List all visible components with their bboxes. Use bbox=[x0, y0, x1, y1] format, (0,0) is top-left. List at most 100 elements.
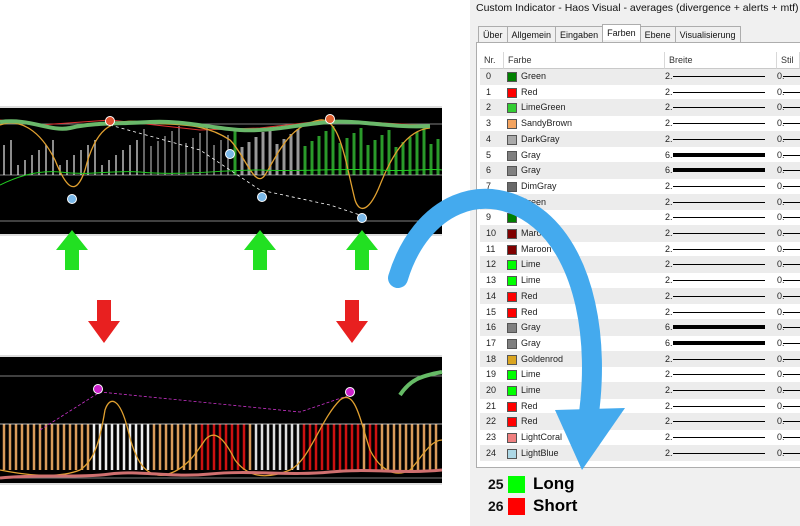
table-row[interactable]: 1 Red 2. 0. bbox=[480, 85, 800, 101]
color-cell[interactable]: LightCoral bbox=[504, 430, 671, 445]
tab-ebene[interactable]: Ebene bbox=[639, 26, 676, 42]
style-cell[interactable]: 0. bbox=[777, 69, 800, 84]
width-cell[interactable]: 2. bbox=[665, 430, 775, 445]
tab-farben[interactable]: Farben bbox=[602, 24, 641, 40]
tab-ueber[interactable]: Über bbox=[478, 26, 508, 42]
style-cell[interactable]: 0. bbox=[777, 273, 800, 288]
width-cell[interactable]: 2. bbox=[665, 352, 775, 367]
table-row[interactable]: 11 Maroon 2. 0. bbox=[480, 242, 800, 258]
width-cell[interactable]: 2. bbox=[665, 69, 775, 84]
width-cell[interactable]: 2. bbox=[665, 85, 775, 100]
color-cell[interactable]: Red bbox=[504, 399, 671, 414]
style-cell[interactable]: 0. bbox=[777, 195, 800, 210]
table-row[interactable]: 20 Lime 2. 0. bbox=[480, 383, 800, 399]
color-cell[interactable]: LimeGreen bbox=[504, 100, 671, 115]
color-cell[interactable]: Gray bbox=[504, 148, 671, 163]
color-cell[interactable]: Maroon bbox=[504, 242, 671, 257]
style-cell[interactable]: 0. bbox=[777, 242, 800, 257]
color-cell[interactable]: Green bbox=[504, 69, 671, 84]
style-cell[interactable]: 0. bbox=[777, 383, 800, 398]
style-cell[interactable]: 0. bbox=[777, 210, 800, 225]
style-cell[interactable]: 0. bbox=[777, 305, 800, 320]
style-cell[interactable]: 0. bbox=[777, 85, 800, 100]
style-cell[interactable]: 0. bbox=[777, 336, 800, 351]
width-cell[interactable]: 2. bbox=[665, 305, 775, 320]
width-cell[interactable]: 2. bbox=[665, 273, 775, 288]
table-row[interactable]: 0 Green 2. 0. bbox=[480, 69, 800, 85]
table-row[interactable]: 18 Goldenrod 2. 0. bbox=[480, 351, 800, 368]
table-row[interactable]: 19 Lime 2. 0. bbox=[480, 367, 800, 383]
table-row[interactable]: 22 Red 2. 0. bbox=[480, 414, 800, 431]
style-cell[interactable]: 0. bbox=[777, 116, 800, 131]
color-cell[interactable]: Lime bbox=[504, 383, 671, 398]
column-header-breite[interactable]: Breite bbox=[665, 52, 777, 69]
table-row[interactable]: 2 LimeGreen 2. 0. bbox=[480, 100, 800, 117]
width-cell[interactable]: 2. bbox=[665, 289, 775, 304]
width-cell[interactable]: 2. bbox=[665, 116, 775, 131]
width-cell[interactable]: 2. bbox=[665, 195, 775, 210]
table-row[interactable]: 15 Red 2. 0. bbox=[480, 305, 800, 321]
table-row[interactable]: 14 Red 2. 0. bbox=[480, 288, 800, 305]
color-cell[interactable]: Lime bbox=[504, 367, 671, 382]
width-cell[interactable]: 2. bbox=[665, 210, 775, 225]
color-cell[interactable]: Gray bbox=[504, 163, 671, 178]
width-cell[interactable]: 2. bbox=[665, 179, 775, 194]
width-cell[interactable]: 2. bbox=[665, 257, 775, 272]
table-row[interactable]: 9 Green 2. 0. bbox=[480, 210, 800, 226]
style-cell[interactable]: 0. bbox=[777, 352, 800, 367]
width-cell[interactable]: 6. bbox=[665, 320, 775, 335]
style-cell[interactable]: 0. bbox=[777, 414, 800, 429]
width-cell[interactable]: 2. bbox=[665, 100, 775, 115]
table-row[interactable]: 4 DarkGray 2. 0. bbox=[480, 131, 800, 148]
color-cell[interactable]: SandyBrown bbox=[504, 116, 671, 131]
style-cell[interactable]: 0. bbox=[777, 320, 800, 335]
style-cell[interactable]: 0. bbox=[777, 367, 800, 382]
color-cell[interactable]: Lime bbox=[504, 257, 671, 272]
width-cell[interactable]: 2. bbox=[665, 226, 775, 241]
color-cell[interactable]: DarkGray bbox=[504, 132, 671, 147]
table-row[interactable]: 6 Gray 6. 0. bbox=[480, 163, 800, 179]
style-cell[interactable]: 0. bbox=[777, 289, 800, 304]
tab-allgemein[interactable]: Allgemein bbox=[506, 26, 557, 42]
tab-eingaben[interactable]: Eingaben bbox=[555, 26, 604, 42]
table-row[interactable]: 3 SandyBrown 2. 0. bbox=[480, 116, 800, 132]
color-cell[interactable]: LightBlue bbox=[504, 446, 671, 461]
table-row[interactable]: 7 DimGray 2. 0. bbox=[480, 179, 800, 195]
style-cell[interactable]: 0. bbox=[777, 446, 800, 461]
table-row[interactable]: 8 Green 2. 0. bbox=[480, 194, 800, 211]
color-cell[interactable]: Red bbox=[504, 305, 671, 320]
width-cell[interactable]: 2. bbox=[665, 132, 775, 147]
color-cell[interactable]: Goldenrod bbox=[504, 352, 671, 367]
table-row[interactable]: 12 Lime 2. 0. bbox=[480, 257, 800, 274]
table-row[interactable]: 23 LightCoral 2. 0. bbox=[480, 430, 800, 446]
color-cell[interactable]: Green bbox=[504, 210, 671, 225]
style-cell[interactable]: 0. bbox=[777, 430, 800, 445]
style-cell[interactable]: 0. bbox=[777, 399, 800, 414]
color-cell[interactable]: Gray bbox=[504, 336, 671, 351]
style-cell[interactable]: 0. bbox=[777, 132, 800, 147]
width-cell[interactable]: 6. bbox=[665, 163, 775, 178]
width-cell[interactable]: 2. bbox=[665, 367, 775, 382]
column-header-stil[interactable]: Stil bbox=[777, 52, 800, 69]
table-row[interactable]: 10 Maroon 2. 0. bbox=[480, 226, 800, 242]
color-cell[interactable]: Gray bbox=[504, 320, 671, 335]
width-cell[interactable]: 2. bbox=[665, 414, 775, 429]
style-cell[interactable]: 0. bbox=[777, 100, 800, 115]
width-cell[interactable]: 2. bbox=[665, 446, 775, 461]
table-row[interactable]: 5 Gray 6. 0. bbox=[480, 148, 800, 164]
table-row[interactable]: 24 LightBlue 2. 0. bbox=[480, 445, 800, 462]
color-cell[interactable]: Maroon bbox=[504, 226, 671, 241]
color-cell[interactable]: Green bbox=[504, 195, 671, 210]
width-cell[interactable]: 2. bbox=[665, 399, 775, 414]
style-cell[interactable]: 0. bbox=[777, 148, 800, 163]
column-header-nr[interactable]: Nr. bbox=[480, 52, 504, 69]
color-cell[interactable]: Red bbox=[504, 85, 671, 100]
color-cell[interactable]: Red bbox=[504, 289, 671, 304]
style-cell[interactable]: 0. bbox=[777, 226, 800, 241]
width-cell[interactable]: 6. bbox=[665, 336, 775, 351]
tab-visualisierung[interactable]: Visualisierung bbox=[674, 26, 741, 42]
color-cell[interactable]: Red bbox=[504, 414, 671, 429]
table-row[interactable]: 17 Gray 6. 0. bbox=[480, 336, 800, 352]
column-header-farbe[interactable]: Farbe bbox=[504, 52, 665, 69]
style-cell[interactable]: 0. bbox=[777, 179, 800, 194]
